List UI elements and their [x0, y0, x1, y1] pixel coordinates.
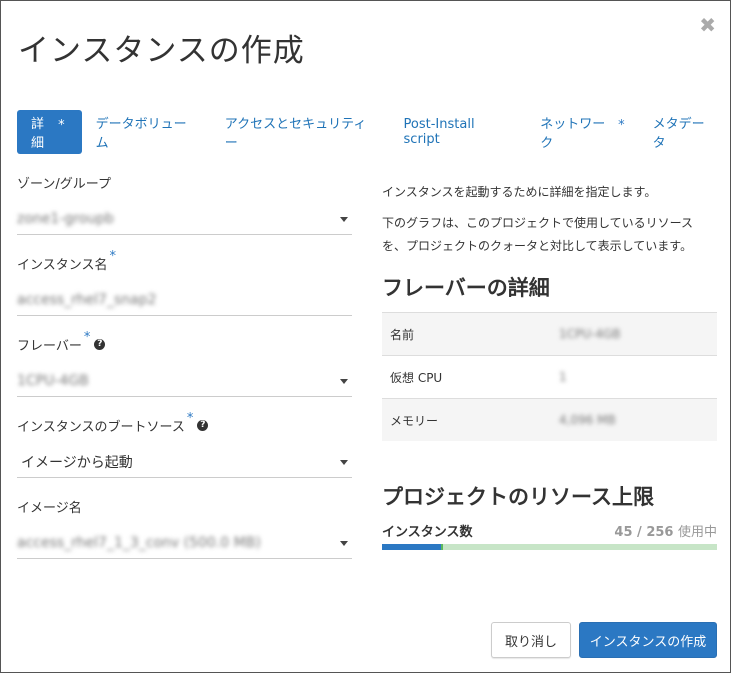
- tab-bar: 詳細 * データボリューム アクセスとセキュリティー Post-Install s…: [17, 110, 730, 154]
- quota-heading: プロジェクトのリソース上限: [382, 485, 654, 509]
- instance-name-value: access_rhel7_snap2: [17, 292, 157, 308]
- table-row: メモリー 4,096 MB: [382, 398, 717, 441]
- tab-label: メタデータ: [652, 117, 705, 151]
- row-value: 1: [559, 370, 567, 384]
- quota-progress-fill: [382, 544, 441, 550]
- flavor-label: フレーバー: [17, 339, 82, 354]
- chevron-down-icon: [340, 217, 348, 222]
- row-value: 1CPU-4GB: [559, 327, 621, 341]
- tab-metadata[interactable]: メタデータ: [639, 110, 730, 154]
- tab-label: ネットワーク: [540, 117, 606, 151]
- instance-name-input[interactable]: access_rhel7_snap2: [17, 285, 352, 316]
- info-panel: インスタンスを起動するために詳細を指定します。 下のグラフは、このプロジェクトで…: [382, 181, 717, 550]
- description-text: 下のグラフは、このプロジェクトで使用しているリソースを、プロジェクトのクォータと…: [382, 216, 694, 253]
- description-text: インスタンスを起動するために詳細を指定します。: [382, 185, 657, 199]
- quota-row: インスタンス数 45 / 256 使用中: [382, 521, 717, 540]
- zone-field: ゾーン/グループ zone1-groupb: [17, 167, 352, 248]
- tab-post-install-script[interactable]: Post-Install script: [390, 110, 527, 154]
- tab-label: アクセスとセキュリティー: [224, 117, 367, 151]
- flavor-select[interactable]: 1CPU-4GB: [17, 366, 352, 397]
- boot-source-label: インスタンスのブートソース: [17, 420, 185, 435]
- required-marker: *: [58, 117, 65, 133]
- row-key: 仮想 CPU: [382, 355, 558, 399]
- chevron-down-icon: [340, 541, 348, 546]
- help-icon[interactable]: ?: [197, 420, 209, 431]
- flavor-details-heading: フレーバーの詳細: [382, 276, 550, 300]
- create-instance-dialog: インスタンスの作成 ✖ 詳細 * データボリューム アクセスとセキュリティー Po…: [0, 0, 731, 673]
- image-name-select[interactable]: access_rhel7_1_3_conv (500.0 MB): [17, 528, 352, 559]
- details-form: ゾーン/グループ zone1-groupb インスタンス名 * access_rh…: [17, 167, 352, 572]
- required-marker: *: [618, 117, 625, 133]
- table-row: 仮想 CPU 1: [382, 355, 717, 399]
- row-key: 名前: [382, 312, 558, 356]
- flavor-details-table: 名前 1CPU-4GB 仮想 CPU 1 メモリー 4,096 MB: [382, 312, 717, 441]
- help-icon[interactable]: ?: [94, 339, 106, 350]
- dialog-title: インスタンスの作成: [18, 33, 305, 69]
- zone-value: zone1-groupb: [17, 211, 114, 227]
- flavor-value: 1CPU-4GB: [17, 373, 89, 389]
- quota-progress-bar: [382, 544, 717, 550]
- boot-source-select[interactable]: イメージから起動: [17, 447, 352, 478]
- quota-progress-marker: [440, 544, 443, 550]
- quota-used: 45 / 256: [614, 525, 674, 540]
- quota-suffix: 使用中: [677, 525, 717, 540]
- create-instance-button[interactable]: インスタンスの作成: [579, 622, 717, 658]
- image-name-value: access_rhel7_1_3_conv (500.0 MB): [17, 535, 261, 551]
- tab-label: データボリューム: [95, 117, 187, 151]
- required-marker: *: [186, 411, 194, 426]
- image-name-label: イメージ名: [17, 501, 82, 516]
- table-row: 名前 1CPU-4GB: [382, 312, 717, 356]
- quota-name: インスタンス数: [382, 525, 473, 540]
- boot-source-value: イメージから起動: [21, 455, 133, 471]
- instance-name-label: インスタンス名: [17, 258, 108, 273]
- zone-select[interactable]: zone1-groupb: [17, 204, 352, 235]
- close-icon[interactable]: ✖: [699, 13, 716, 37]
- row-value: 4,096 MB: [559, 413, 616, 427]
- chevron-down-icon: [340, 460, 348, 465]
- tab-access-security[interactable]: アクセスとセキュリティー: [211, 110, 390, 154]
- required-marker: *: [109, 249, 116, 264]
- tab-label: 詳細: [31, 117, 45, 151]
- instance-name-field: インスタンス名 * access_rhel7_snap2: [17, 248, 352, 329]
- row-key: メモリー: [382, 398, 558, 441]
- tab-data-volume[interactable]: データボリューム: [82, 110, 211, 154]
- tab-label: Post-Install script: [403, 117, 475, 147]
- flavor-field: フレーバー *? 1CPU-4GB: [17, 329, 352, 410]
- tab-network[interactable]: ネットワーク *: [526, 110, 638, 154]
- zone-label: ゾーン/グループ: [17, 177, 111, 192]
- boot-source-field: インスタンスのブートソース *? イメージから起動: [17, 410, 352, 491]
- required-marker: *: [83, 330, 91, 345]
- chevron-down-icon: [340, 379, 348, 384]
- tab-details[interactable]: 詳細 *: [17, 110, 82, 154]
- cancel-button[interactable]: 取り消し: [491, 622, 571, 658]
- image-name-field: イメージ名 access_rhel7_1_3_conv (500.0 MB): [17, 491, 352, 572]
